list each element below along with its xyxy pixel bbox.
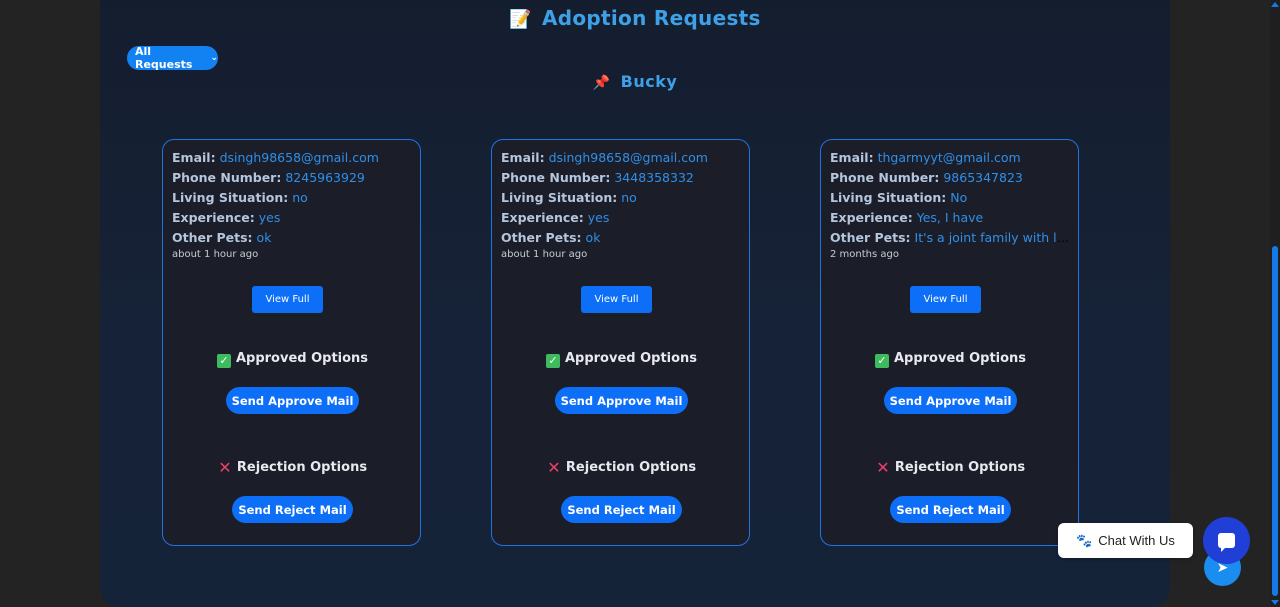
scroll-down-arrow-icon[interactable] (1271, 600, 1279, 605)
send-approve-mail-button[interactable]: Send Approve Mail (226, 387, 359, 414)
check-mark-icon: ✓ (216, 354, 231, 368)
other-pets-row: Other Pets: It's a joint family with lov… (830, 230, 1072, 245)
email-row: Email: thgarmyyt@gmail.com (830, 150, 1021, 165)
send-reject-mail-button[interactable]: Send Reject Mail (561, 496, 682, 523)
living-row: Living Situation: No (830, 190, 968, 205)
approved-options-heading: ✓ Approved Options (163, 351, 422, 368)
living-row: Living Situation: no (172, 190, 308, 205)
check-mark-icon: ✓ (874, 354, 889, 368)
send-approve-mail-button[interactable]: Send Approve Mail (884, 387, 1017, 414)
chevron-down-icon: ⌄ (210, 53, 218, 63)
rejection-options-heading: ✕ Rejection Options (218, 458, 368, 477)
chat-launcher-button[interactable] (1203, 517, 1250, 564)
email-row: Email: dsingh98658@gmail.com (172, 150, 379, 165)
rejection-options-heading: ✕ Rejection Options (876, 458, 1026, 477)
cross-mark-icon: ✕ (876, 458, 890, 477)
phone-row: Phone Number: 8245963929 (172, 170, 365, 185)
phone-row: Phone Number: 9865347823 (830, 170, 1023, 185)
approved-options-heading: ✓ Approved Options (821, 351, 1080, 368)
request-time: about 1 hour ago (172, 249, 259, 260)
chat-icon (1218, 533, 1235, 552)
send-reject-mail-button[interactable]: Send Reject Mail (232, 496, 353, 523)
pushpin-icon: 📌 (592, 75, 611, 91)
check-mark-icon: ✓ (545, 354, 560, 368)
pet-name-heading: 📌 Bucky (592, 72, 678, 91)
request-time: about 1 hour ago (501, 249, 588, 260)
living-row: Living Situation: no (501, 190, 637, 205)
memo-icon: 📝 (509, 9, 532, 30)
cross-mark-icon: ✕ (547, 458, 561, 477)
experience-row: Experience: yes (501, 210, 610, 225)
paw-icon: 🐾 (1076, 532, 1093, 548)
view-full-button[interactable]: View Full (581, 286, 652, 313)
rejection-options-heading: ✕ Rejection Options (547, 458, 697, 477)
request-card: Email: dsingh98658@gmail.com Phone Numbe… (491, 139, 750, 546)
other-pets-row: Other Pets: ok (172, 230, 272, 245)
request-card: Email: thgarmyyt@gmail.com Phone Number:… (820, 139, 1079, 546)
scroll-up-arrow-icon[interactable] (1271, 2, 1279, 7)
approved-options-heading: ✓ Approved Options (492, 351, 751, 368)
cross-mark-icon: ✕ (218, 458, 232, 477)
phone-row: Phone Number: 3448358332 (501, 170, 694, 185)
experience-row: Experience: Yes, I have (830, 210, 984, 225)
email-row: Email: dsingh98658@gmail.com (501, 150, 708, 165)
chat-label: Chat With Us (1098, 533, 1175, 548)
experience-row: Experience: yes (172, 210, 281, 225)
send-approve-mail-button[interactable]: Send Approve Mail (555, 387, 688, 414)
page-scrollbar[interactable] (1270, 0, 1280, 607)
other-pets-row: Other Pets: ok (501, 230, 601, 245)
request-filter-select[interactable]: All Requests ⌄ (127, 45, 218, 71)
page-title: 📝 Adoption Requests (509, 6, 761, 30)
request-card: Email: dsingh98658@gmail.com Phone Numbe… (162, 139, 421, 546)
view-full-button[interactable]: View Full (252, 286, 323, 313)
send-reject-mail-button[interactable]: Send Reject Mail (890, 496, 1011, 523)
scrollbar-thumb[interactable] (1272, 246, 1278, 596)
chat-with-us-bubble[interactable]: 🐾 Chat With Us (1058, 523, 1193, 558)
view-full-button[interactable]: View Full (910, 286, 981, 313)
filter-selected-label: All Requests (135, 45, 193, 71)
request-time: 2 months ago (830, 249, 899, 260)
